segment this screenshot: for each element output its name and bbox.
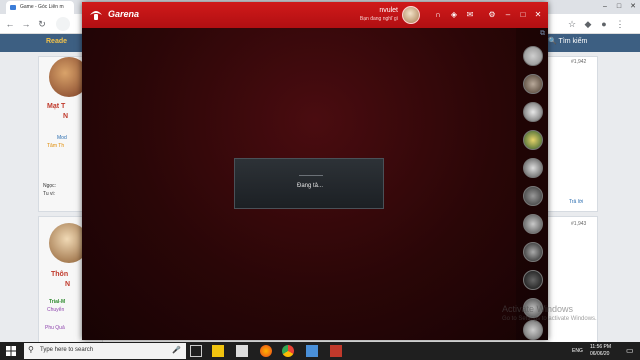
author-name[interactable]: Thôn	[51, 271, 68, 278]
mail-icon[interactable]: ✉	[464, 9, 476, 21]
garena-status-message[interactable]: Bạn đang nghĩ gì	[282, 16, 398, 22]
friend-avatar[interactable]	[523, 74, 543, 94]
notification-icon[interactable]: ▭	[626, 346, 634, 355]
shield-icon[interactable]: ◈	[448, 9, 460, 21]
loading-text: Đang tả...	[296, 183, 323, 189]
language-indicator[interactable]: ENG	[572, 348, 583, 354]
author-name[interactable]: Mạt T	[47, 103, 65, 110]
friend-avatar[interactable]	[523, 46, 543, 66]
friend-avatar[interactable]	[523, 158, 543, 178]
garena-username[interactable]: nvulet	[282, 7, 398, 14]
loading-bar	[299, 175, 323, 176]
browser-minimize-icon[interactable]: –	[598, 0, 612, 14]
author-rank: Tâm Th	[47, 143, 65, 149]
author-role: Mod	[57, 135, 67, 141]
back-icon[interactable]: ←	[4, 18, 16, 30]
author-tuvi: Tu vi:	[43, 191, 56, 197]
maximize-icon[interactable]: □	[517, 9, 529, 21]
loading-dialog: Đang tả...	[234, 158, 384, 209]
garena-titlebar[interactable]: Garena nvulet Bạn đang nghĩ gì ∩ ◈ ✉ ⚙ –…	[82, 2, 548, 28]
reply-button[interactable]: Trả lời	[569, 199, 583, 205]
forward-icon[interactable]: →	[20, 18, 32, 30]
firefox-icon[interactable]	[260, 345, 272, 357]
clock-date[interactable]: 06/06/20	[590, 351, 609, 357]
post-number[interactable]: #1,943	[571, 221, 586, 227]
chrome-icon[interactable]	[282, 345, 294, 357]
author-name-line2: N	[65, 281, 71, 288]
friend-avatar[interactable]	[523, 242, 543, 262]
tab-favicon-icon	[10, 5, 16, 10]
garena-user-avatar[interactable]	[402, 6, 420, 24]
search-link[interactable]: 🔍 Tìm kiếm	[548, 37, 587, 45]
task-view-icon[interactable]	[190, 345, 202, 357]
close-icon[interactable]: ✕	[532, 9, 544, 21]
taskbar-search-box[interactable]: ⚲ Type here to search 🎤	[24, 343, 186, 359]
file-explorer-icon[interactable]	[212, 345, 224, 357]
browser-close-icon[interactable]: ✕	[626, 0, 640, 14]
friend-avatar[interactable]	[523, 320, 543, 340]
reader-link[interactable]: Reade	[46, 38, 67, 45]
author-title: Trial-M	[49, 299, 66, 305]
tab-title: Game - Góc Liên m	[20, 4, 64, 10]
author-ngoc: Ngọc:	[43, 183, 57, 189]
browser-tab[interactable]: Game - Góc Liên m	[6, 1, 74, 14]
minimize-icon[interactable]: –	[502, 9, 514, 21]
bookmark-star-icon[interactable]: ☆	[566, 18, 578, 30]
author-subtitle: Chuyển	[47, 307, 65, 313]
taskbar-search-placeholder: Type here to search	[40, 347, 94, 353]
gear-icon[interactable]: ⚙	[486, 9, 498, 21]
activate-windows-title: Activate Windows	[502, 304, 574, 314]
friends-sidebar	[516, 28, 548, 340]
activate-windows-subtitle: Go to Settings to activate Windows.	[502, 316, 597, 322]
windows-start-icon[interactable]	[4, 344, 18, 358]
friend-avatar[interactable]	[523, 186, 543, 206]
friend-avatar[interactable]	[523, 270, 543, 290]
taskbar: ⚲ Type here to search 🎤 ENG 11:56 PM 06/…	[0, 342, 640, 360]
garena-logo-icon	[90, 11, 102, 20]
browser-maximize-icon[interactable]: □	[612, 0, 626, 14]
clock-time[interactable]: 11:56 PM	[590, 344, 611, 350]
store-icon[interactable]	[236, 345, 248, 357]
friend-avatar[interactable]	[523, 214, 543, 234]
headset-icon[interactable]: ∩	[432, 9, 444, 21]
search-icon: ⚲	[28, 345, 34, 354]
author-extra: Phu Quả	[45, 325, 65, 331]
author-name-line2: N	[63, 113, 69, 120]
profile-icon[interactable]: ●	[598, 18, 610, 30]
garena-brand: Garena	[108, 9, 140, 19]
friend-avatar[interactable]	[523, 130, 543, 150]
garena-taskbar-icon[interactable]	[330, 345, 342, 357]
post-number[interactable]: #1,942	[571, 59, 586, 65]
extension-icon[interactable]: ◆	[582, 18, 594, 30]
address-bar[interactable]	[56, 17, 70, 31]
friend-avatar[interactable]	[523, 102, 543, 122]
menu-icon[interactable]: ⋮	[614, 18, 626, 30]
reload-icon[interactable]: ↻	[36, 18, 48, 30]
garena-window: Garena nvulet Bạn đang nghĩ gì ∩ ◈ ✉ ⚙ –…	[82, 2, 548, 340]
app-icon[interactable]	[306, 345, 318, 357]
search-label: Tìm kiếm	[558, 38, 588, 45]
microphone-icon[interactable]: 🎤	[172, 346, 181, 354]
